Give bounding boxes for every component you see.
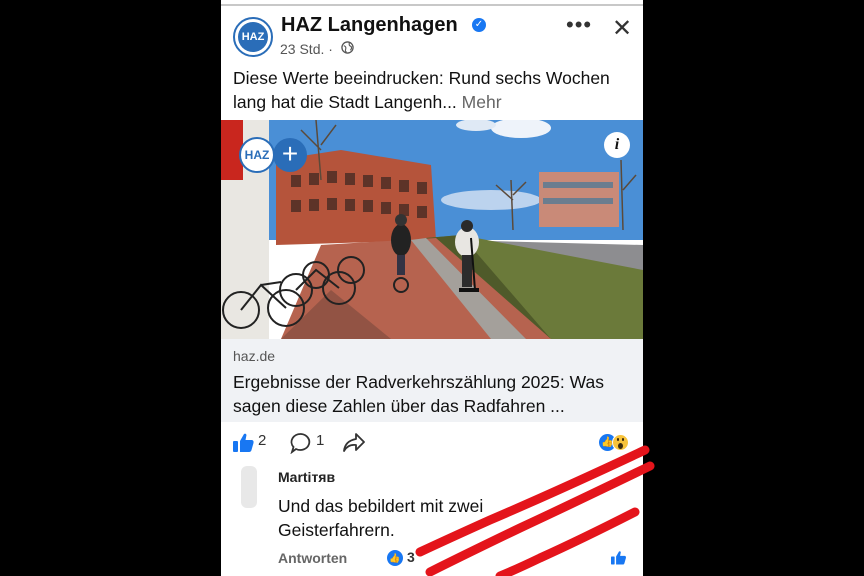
post-timestamp[interactable]: 23 Std. · [280,41,333,57]
page-avatar-label: HAZ [238,22,268,52]
link-title: Ergebnisse der Radverkehrszählung 2025: … [233,372,604,416]
link-preview[interactable]: haz.de Ergebnisse der Radverkehrszählung… [221,339,643,422]
comment-text: Und das bebildert mit zwei Geisterfahrer… [278,496,484,540]
page-avatar[interactable]: HAZ [233,17,273,57]
globe-icon [341,41,354,54]
page-name[interactable]: HAZ Langenhagen [281,14,458,37]
post-image[interactable]: HAZ + i [221,120,643,339]
info-icon[interactable]: i [604,132,630,158]
reaction-summary[interactable]: 👍 [599,434,633,452]
reply-button[interactable]: Antworten [278,550,347,566]
close-icon[interactable]: ✕ [612,14,632,43]
link-domain: haz.de [233,348,276,364]
haz-badge-label: HAZ [244,148,270,162]
comment-like-icon[interactable] [611,550,627,566]
post-text: Diese Werte beeindrucken: Rund sechs Woc… [233,66,633,114]
plus-icon: + [273,138,307,172]
divider [221,4,643,6]
like-count[interactable]: 2 [258,432,266,449]
comment-like-count[interactable]: 3 [407,549,415,565]
comment-author[interactable]: Martiтяв [278,469,335,485]
post-text-main: Diese Werte beeindrucken: Rund sechs Woc… [233,68,610,112]
comment: Martiтяв Und das bebildert mit zwei Geis… [221,462,643,576]
post-header: HAZ HAZ Langenhagen ✓ 23 Std. · ••• ✕ [221,10,643,66]
comment-like-badge-icon: 👍 [387,550,403,566]
commenter-avatar[interactable] [241,466,257,508]
more-options-icon[interactable]: ••• [566,12,592,38]
wow-reaction-icon [612,434,629,451]
like-icon[interactable] [233,433,255,453]
comment-count[interactable]: 1 [316,432,324,449]
verified-badge-icon: ✓ [472,18,486,32]
post-card: HAZ HAZ Langenhagen ✓ 23 Std. · ••• ✕ Di… [221,0,643,576]
comment-icon[interactable] [290,432,312,454]
haz-badge[interactable]: HAZ + [239,137,309,173]
share-icon[interactable] [343,433,365,453]
action-bar: 2 1 👍 [221,428,643,458]
see-more-link[interactable]: Mehr [462,92,502,112]
